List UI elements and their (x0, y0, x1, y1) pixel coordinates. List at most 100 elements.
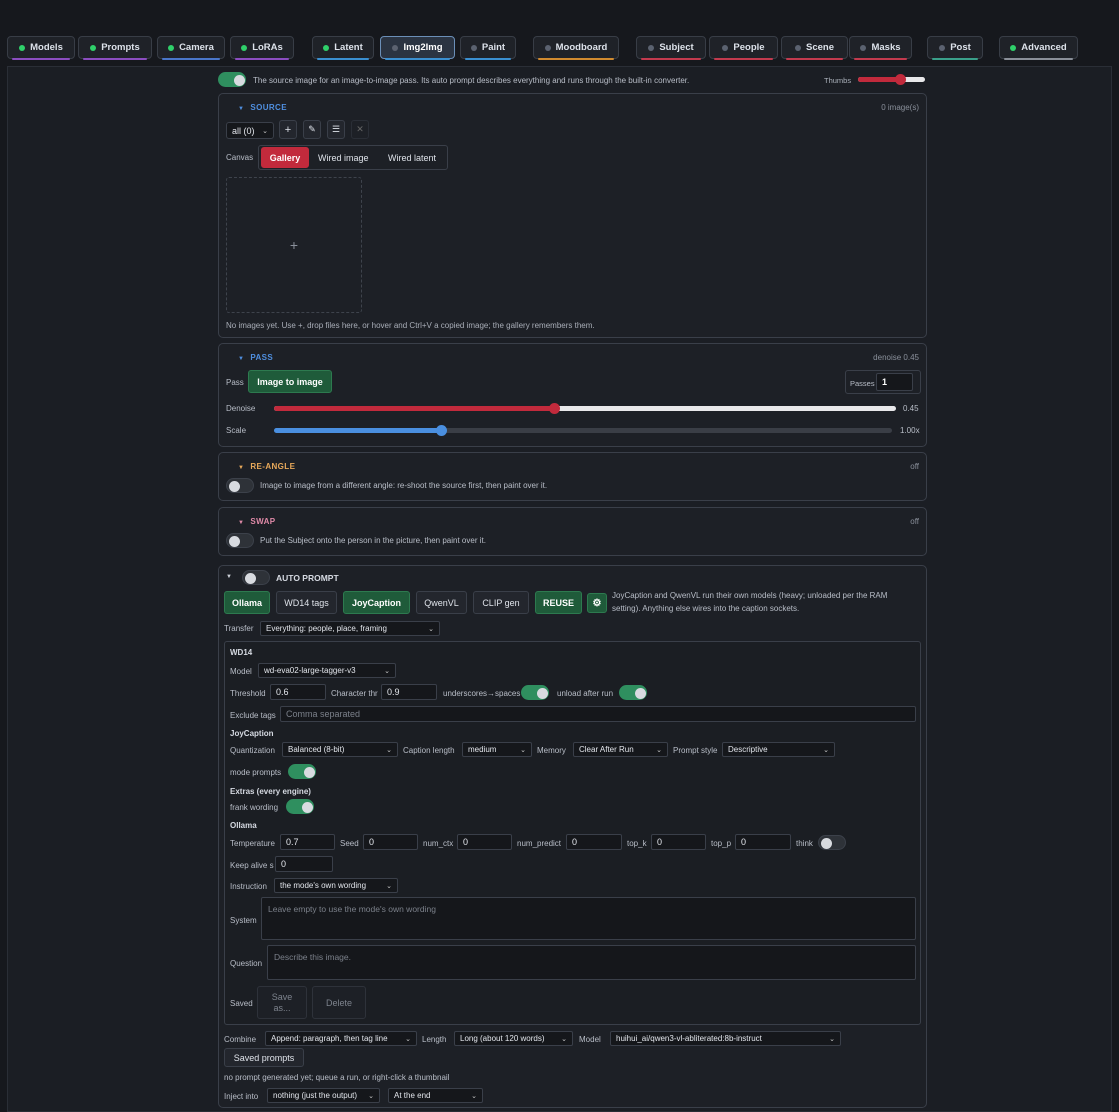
swap-header[interactable]: ▼ SWAP (238, 517, 276, 526)
temperature-input[interactable]: 0.7 (280, 834, 335, 850)
character-threshold-input[interactable]: 0.9 (381, 684, 437, 700)
engine-qwenvl-button[interactable]: QwenVL (416, 591, 467, 614)
engine-reuse-button[interactable]: REUSE (535, 591, 582, 614)
tab-people[interactable]: People (709, 36, 778, 60)
scale-slider[interactable] (274, 425, 892, 436)
underscores-toggle[interactable] (521, 685, 549, 700)
tab-paint[interactable]: Paint (460, 36, 516, 60)
chevron-down-icon: ⌄ (405, 1035, 411, 1043)
source-filter-select[interactable]: all (0) ⌄ (226, 122, 274, 139)
unload-after-run-toggle[interactable] (619, 685, 647, 700)
keep-alive-input[interactable]: 0 (275, 856, 333, 872)
wd14-model-select[interactable]: wd-eva02-large-tagger-v3 ⌄ (258, 663, 396, 678)
auto-prompt-toggle[interactable] (242, 570, 270, 585)
prompt-style-select[interactable]: Descriptive ⌄ (722, 742, 835, 757)
engine-wd14-button[interactable]: WD14 tags (276, 591, 337, 614)
source-header[interactable]: ▼ SOURCE (238, 103, 287, 112)
tab-moodboard[interactable]: Moodboard (533, 36, 619, 60)
instruction-select[interactable]: the mode's own wording ⌄ (274, 878, 398, 893)
memory-value: Clear After Run (579, 745, 634, 754)
frank-wording-toggle[interactable] (286, 799, 314, 814)
save-as-button[interactable]: Save as... (257, 986, 307, 1019)
image-drop-zone[interactable]: + (226, 177, 362, 313)
swap-toggle[interactable] (226, 533, 254, 548)
denoise-slider[interactable] (274, 403, 896, 414)
temperature-label: Temperature (230, 839, 275, 848)
question-textarea[interactable]: Describe this image. (267, 945, 916, 980)
system-textarea[interactable]: Leave empty to use the mode's own wordin… (261, 897, 916, 940)
collapse-caret-icon: ▼ (238, 356, 245, 362)
reangle-toggle[interactable] (226, 478, 254, 493)
tab-loras[interactable]: LoRAs (230, 36, 294, 60)
saved-prompts-button[interactable]: Saved prompts (224, 1048, 304, 1067)
exclude-tags-input[interactable]: Comma separated (280, 706, 916, 722)
length-select[interactable]: Long (about 120 words) ⌄ (454, 1031, 573, 1046)
engine-settings-button[interactable]: ⚙ (587, 593, 607, 613)
engine-joycaption-button[interactable]: JoyCaption (343, 591, 410, 614)
num-predict-input[interactable]: 0 (566, 834, 622, 850)
img2img-enable-toggle[interactable] (218, 72, 246, 87)
engine-clip-gen-button[interactable]: CLIP gen (473, 591, 529, 614)
collapse-caret-icon: ▼ (238, 520, 245, 526)
collapse-caret-icon[interactable]: ▼ (226, 574, 232, 580)
tab-label: Img2Img (403, 42, 443, 53)
inject-into-value: nothing (just the output) (273, 1091, 358, 1100)
model-select[interactable]: huihui_ai/qwen3-vl-abliterated:8b-instru… (610, 1031, 841, 1046)
tab-advanced[interactable]: Advanced (999, 36, 1078, 60)
pass-header[interactable]: ▼ PASS (238, 353, 273, 362)
quantization-select[interactable]: Balanced (8-bit) ⌄ (282, 742, 398, 757)
tab-latent[interactable]: Latent (312, 36, 374, 60)
reangle-header[interactable]: ▼ RE-ANGLE (238, 462, 295, 471)
tab-post[interactable]: Post (927, 36, 983, 60)
num-ctx-input[interactable]: 0 (457, 834, 512, 850)
extras-section-title: Extras (every engine) (230, 787, 311, 796)
source-title: SOURCE (250, 103, 287, 112)
pass-panel: ▼ PASS denoise 0.45 Pass Image to image P… (218, 343, 927, 447)
delete-button[interactable]: Delete (312, 986, 366, 1019)
threshold-input[interactable]: 0.6 (270, 684, 326, 700)
top-p-input[interactable]: 0 (735, 834, 791, 850)
tab-prompts[interactable]: Prompts (78, 36, 152, 60)
denoise-slider-knob[interactable] (548, 403, 560, 414)
passes-input[interactable]: 1 (876, 373, 913, 391)
tab-underline (854, 58, 907, 60)
thumbs-slider[interactable] (858, 74, 925, 85)
inject-into-select[interactable]: nothing (just the output) ⌄ (267, 1088, 380, 1103)
tab-subject[interactable]: Subject (636, 36, 706, 60)
tab-underline (641, 58, 701, 60)
scale-slider-knob[interactable] (435, 425, 447, 436)
exclude-tags-placeholder: Comma separated (286, 709, 361, 719)
status-dot-icon (470, 44, 477, 51)
tab-masks[interactable]: Masks (849, 36, 912, 60)
tab-models[interactable]: Models (7, 36, 75, 60)
tab-scene[interactable]: Scene (781, 36, 848, 60)
caption-length-label: Caption length (403, 746, 455, 755)
transfer-select[interactable]: Everything: people, place, framing ⌄ (260, 621, 440, 636)
question-label: Question (230, 959, 263, 968)
image-to-image-button[interactable]: Image to image (248, 370, 332, 393)
top-k-input[interactable]: 0 (651, 834, 706, 850)
status-dot-icon (544, 44, 551, 51)
inject-position-select[interactable]: At the end ⌄ (388, 1088, 483, 1103)
engine-ollama-button[interactable]: Ollama (224, 591, 270, 614)
keep-alive-label: Keep alive s (230, 861, 274, 870)
tab-underline (83, 58, 147, 60)
edit-button[interactable]: ✎ (303, 120, 321, 139)
clear-button[interactable]: ✕ (351, 120, 369, 139)
memory-select[interactable]: Clear After Run ⌄ (573, 742, 668, 757)
canvas-gallery-button[interactable]: Gallery (261, 147, 309, 168)
tab-camera[interactable]: Camera (157, 36, 225, 60)
caption-length-select[interactable]: medium ⌄ (462, 742, 532, 757)
mode-prompts-toggle[interactable] (288, 764, 316, 779)
chevron-down-icon: ⌄ (656, 746, 662, 754)
combine-select[interactable]: Append: paragraph, then tag line ⌄ (265, 1031, 417, 1046)
canvas-wired-latent-button[interactable]: Wired latent (388, 153, 436, 163)
think-toggle[interactable] (818, 835, 846, 850)
stack-button[interactable]: ☰ (327, 120, 345, 139)
canvas-wired-image-button[interactable]: Wired image (318, 153, 369, 163)
top-k-label: top_k (627, 839, 647, 848)
tab-img2img[interactable]: Img2Img (380, 36, 455, 60)
thumbs-slider-knob[interactable] (894, 74, 906, 85)
seed-input[interactable]: 0 (363, 834, 418, 850)
add-image-button[interactable]: + (279, 120, 297, 139)
